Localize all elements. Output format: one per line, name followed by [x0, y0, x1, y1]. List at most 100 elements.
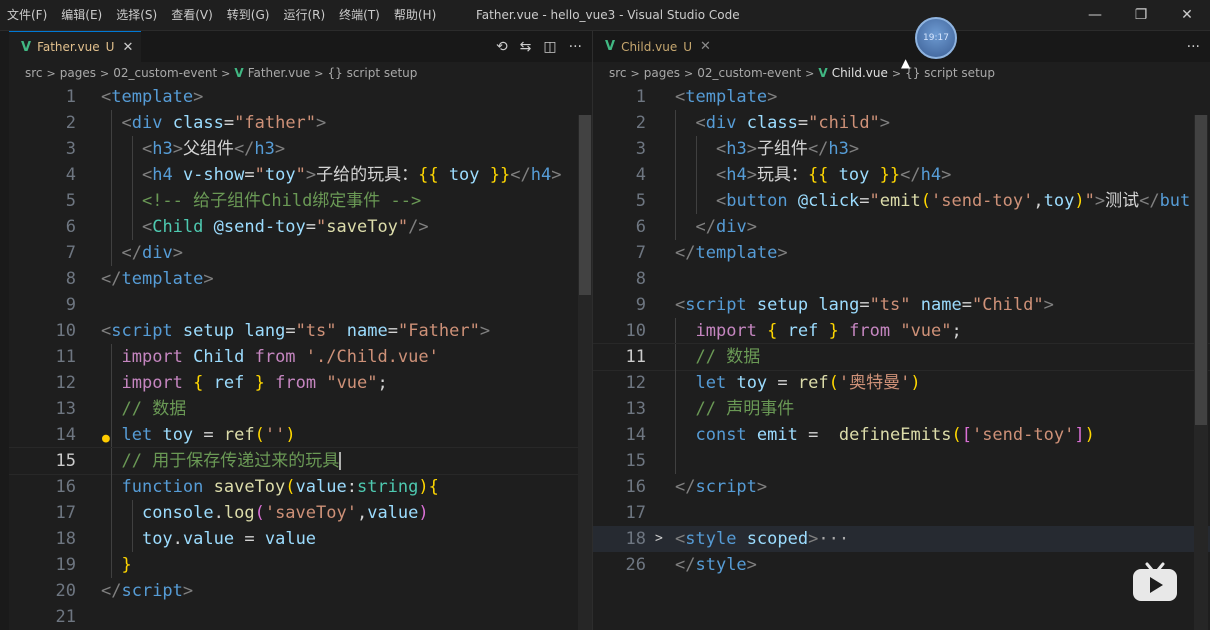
breadcrumb-folder[interactable]: 02_custom-event: [697, 66, 801, 80]
close-tab-icon[interactable]: ✕: [700, 39, 711, 54]
timeline-icon[interactable]: ⟲: [496, 39, 508, 55]
code-line[interactable]: 12 import { ref } from "vue";: [9, 370, 592, 396]
code-line[interactable]: 21: [9, 604, 592, 630]
menu-item-6[interactable]: 终端(T): [332, 0, 387, 30]
menu-item-4[interactable]: 转到(G): [220, 0, 277, 30]
fold-chevron-icon[interactable]: >: [655, 526, 663, 552]
menu-item-3[interactable]: 查看(V): [164, 0, 220, 30]
line-code: <style scoped>···: [675, 529, 850, 549]
code-editor-child[interactable]: 1 <template> 2 <div class="child"> 3 <h3>…: [593, 84, 1210, 578]
title-bar: 文件(F) 编辑(E) 选择(S) 查看(V) 转到(G) 运行(R) 终端(T) 帮助(H)…: [0, 0, 1210, 31]
code-line[interactable]: 16 </script>: [593, 474, 1210, 500]
code-line[interactable]: 15: [593, 448, 1210, 474]
breadcrumb-src[interactable]: src: [609, 66, 627, 80]
menu-item-2[interactable]: 选择(S): [109, 0, 164, 30]
restore-button[interactable]: ❐: [1118, 0, 1164, 30]
line-code: function saveToy(value:string){: [121, 477, 439, 497]
line-number: 9: [65, 295, 76, 315]
tab-child-vue[interactable]: V Child.vue U ✕: [593, 31, 719, 62]
code-line[interactable]: 9 <script setup lang="ts" name="Child">: [593, 292, 1210, 318]
menu-item-1[interactable]: 编辑(E): [54, 0, 109, 30]
breadcrumb-left: src > pages > 02_custom-event > V Father…: [9, 62, 592, 84]
tv-play-icon: [1133, 562, 1177, 601]
code-line-current[interactable]: 11 // 数据: [593, 343, 1210, 371]
code-line[interactable]: 13 // 声明事件: [593, 396, 1210, 422]
close-tab-icon[interactable]: ✕: [122, 40, 133, 55]
code-line[interactable]: 17 console.log('saveToy',value): [9, 500, 592, 526]
code-line[interactable]: 18 toy.value = value: [9, 526, 592, 552]
code-line[interactable]: 13 // 数据: [9, 396, 592, 422]
code-line-current[interactable]: 15 // 用于保存传递过来的玩具: [9, 447, 592, 475]
code-line[interactable]: 20 </script>: [9, 578, 592, 604]
vue-file-icon: V: [21, 39, 32, 55]
chevron-right-icon: >: [630, 66, 640, 80]
split-editor-icon[interactable]: ◫: [543, 39, 556, 55]
code-line[interactable]: 14 const emit = defineEmits(['send-toy']…: [593, 422, 1210, 448]
line-number: 15: [55, 451, 76, 471]
menu-item-5[interactable]: 运行(R): [276, 0, 332, 30]
line-code: <script setup lang="ts" name="Child">: [675, 295, 1054, 315]
scroll-thumb-left[interactable]: [579, 115, 591, 295]
code-line[interactable]: 11 import Child from './Child.vue': [9, 344, 592, 370]
code-line[interactable]: 6 </div>: [593, 214, 1210, 240]
breadcrumb-symbol[interactable]: {} script setup: [905, 66, 995, 80]
code-line[interactable]: 14 ● let toy = ref(''): [9, 422, 592, 448]
menu-item-7[interactable]: 帮助(H): [387, 0, 443, 30]
code-line[interactable]: 1 <template>: [593, 84, 1210, 110]
code-line[interactable]: 26 </style>: [593, 552, 1210, 578]
code-line[interactable]: 10 <script setup lang="ts" name="Father">: [9, 318, 592, 344]
code-line[interactable]: 5 <!-- 给子组件Child绑定事件 -->: [9, 188, 592, 214]
more-actions-icon[interactable]: ···: [1187, 39, 1200, 55]
code-line[interactable]: 12 let toy = ref('奥特曼'): [593, 370, 1210, 396]
menu-item-0[interactable]: 文件(F): [0, 0, 54, 30]
breadcrumb-folder[interactable]: 02_custom-event: [113, 66, 217, 80]
line-code: // 数据: [121, 399, 187, 419]
tab-father-vue[interactable]: V Father.vue U ✕: [9, 31, 142, 62]
code-line[interactable]: 2 <div class="father">: [9, 110, 592, 136]
breadcrumb-symbol[interactable]: {} script setup: [328, 66, 418, 80]
line-number: 3: [635, 139, 646, 159]
line-number: 2: [635, 113, 646, 133]
code-line-folded[interactable]: 18 > <style scoped>···: [593, 526, 1210, 552]
breadcrumb-pages[interactable]: pages: [60, 66, 96, 80]
vue-file-icon: V: [234, 66, 244, 80]
more-actions-icon[interactable]: ···: [569, 39, 582, 55]
code-line[interactable]: 4 <h4>玩具：{{ toy }}</h4>: [593, 162, 1210, 188]
code-line[interactable]: 7 </template>: [593, 240, 1210, 266]
tab-label: Child.vue: [621, 39, 678, 54]
code-line[interactable]: 7 </div>: [9, 240, 592, 266]
code-line[interactable]: 8 </template>: [9, 266, 592, 292]
code-line[interactable]: 9: [9, 292, 592, 318]
code-line[interactable]: 5 <button @click="emit('send-toy',toy)">…: [593, 188, 1210, 214]
code-line[interactable]: 2 <div class="child">: [593, 110, 1210, 136]
code-line[interactable]: 8: [593, 266, 1210, 292]
code-line[interactable]: 3 <h3>子组件</h3>: [593, 136, 1210, 162]
line-code: // 数据: [695, 347, 761, 367]
code-line[interactable]: 4 <h4 v-show="toy">子给的玩具：{{ toy }}</h4>: [9, 162, 592, 188]
untracked-badge: U: [105, 40, 115, 54]
code-editor-father[interactable]: 1 <template> 2 <div class="father"> 3 <h3…: [9, 84, 592, 630]
code-line[interactable]: 6 <Child @send-toy="saveToy"/>: [9, 214, 592, 240]
scroll-thumb-right[interactable]: [1195, 115, 1207, 425]
code-line[interactable]: 1 <template>: [9, 84, 592, 110]
line-number: 8: [65, 269, 76, 289]
code-line[interactable]: 10 import { ref } from "vue";: [593, 318, 1210, 344]
line-code: import { ref } from "vue";: [695, 321, 962, 341]
code-line[interactable]: 16 function saveToy(value:string){: [9, 474, 592, 500]
breadcrumb-file[interactable]: Child.vue: [832, 66, 888, 80]
line-code: // 用于保存传递过来的玩具: [121, 451, 342, 471]
code-line[interactable]: 17: [593, 500, 1210, 526]
breadcrumb-src[interactable]: src: [25, 66, 43, 80]
vertical-scrollbar-right[interactable]: [1194, 115, 1208, 630]
code-line[interactable]: 19 }: [9, 552, 592, 578]
breadcrumb-pages[interactable]: pages: [644, 66, 680, 80]
line-number: 10: [625, 321, 646, 341]
line-code: let toy = ref(''): [121, 425, 296, 445]
minimize-button[interactable]: —: [1072, 0, 1118, 30]
breadcrumb-file[interactable]: Father.vue: [248, 66, 311, 80]
code-line[interactable]: 3 <h3>父组件</h3>: [9, 136, 592, 162]
mouse-pointer-icon: ▲: [901, 56, 911, 70]
close-window-button[interactable]: ✕: [1164, 0, 1210, 30]
vertical-scrollbar-left[interactable]: [578, 115, 592, 630]
compare-changes-icon[interactable]: ⇆: [520, 39, 532, 55]
